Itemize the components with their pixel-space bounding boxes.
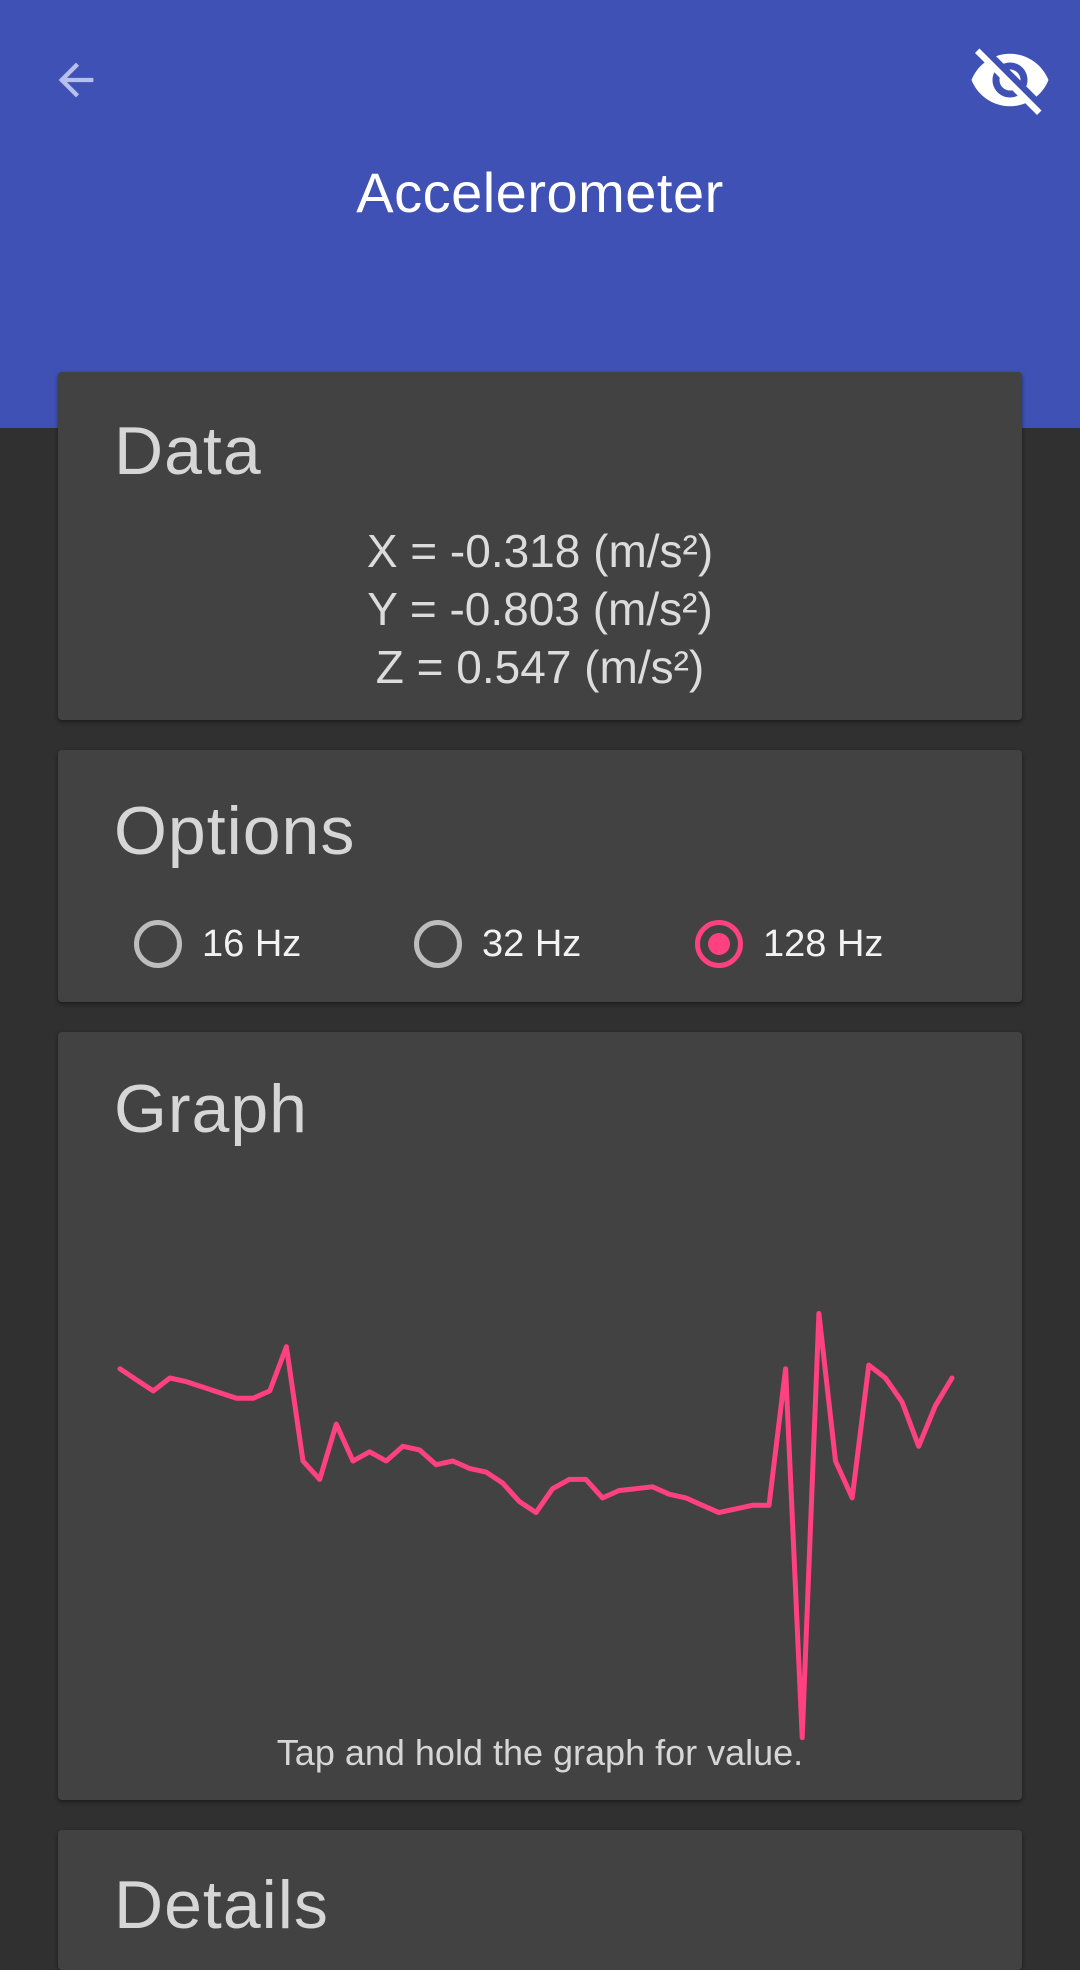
radio-circle[interactable] (414, 920, 462, 968)
series-line-0 (120, 1314, 952, 1738)
graph-card-title: Graph (114, 1070, 308, 1148)
radio-128hz[interactable]: 128 Hz (695, 912, 883, 976)
radio-label-32hz: 32 Hz (482, 923, 581, 966)
graph-card: Graph Tap and hold the graph for value. (58, 1032, 1022, 1800)
x-value: X = -0.318 (m/s²) (58, 522, 1022, 580)
z-value: Z = 0.547 (m/s²) (58, 638, 1022, 696)
radio-label-128hz: 128 Hz (763, 923, 883, 966)
y-value: Y = -0.803 (m/s²) (58, 580, 1022, 638)
back-button[interactable] (36, 40, 116, 120)
options-card-title: Options (114, 792, 355, 870)
accelerometer-graph[interactable] (116, 1166, 956, 1756)
graph-hint: Tap and hold the graph for value. (58, 1732, 1022, 1774)
details-card-title: Details (114, 1866, 329, 1944)
radio-circle-checked[interactable] (695, 920, 743, 968)
app-bar: Accelerometer (0, 0, 1080, 428)
radio-label-16hz: 16 Hz (202, 923, 301, 966)
radio-32hz[interactable]: 32 Hz (414, 912, 581, 976)
data-card: Data X = -0.318 (m/s²) Y = -0.803 (m/s²)… (58, 372, 1022, 720)
visibility-off-icon (968, 38, 1052, 122)
data-card-title: Data (114, 412, 262, 490)
details-card: Details (58, 1830, 1022, 1970)
arrow-back-icon (50, 54, 102, 106)
options-card: Options 16 Hz 32 Hz 128 Hz (58, 750, 1022, 1002)
sensor-values: X = -0.318 (m/s²) Y = -0.803 (m/s²) Z = … (58, 522, 1022, 696)
radio-16hz[interactable]: 16 Hz (134, 912, 301, 976)
page-title: Accelerometer (0, 160, 1080, 225)
visibility-toggle-button[interactable] (962, 36, 1058, 124)
radio-circle[interactable] (134, 920, 182, 968)
